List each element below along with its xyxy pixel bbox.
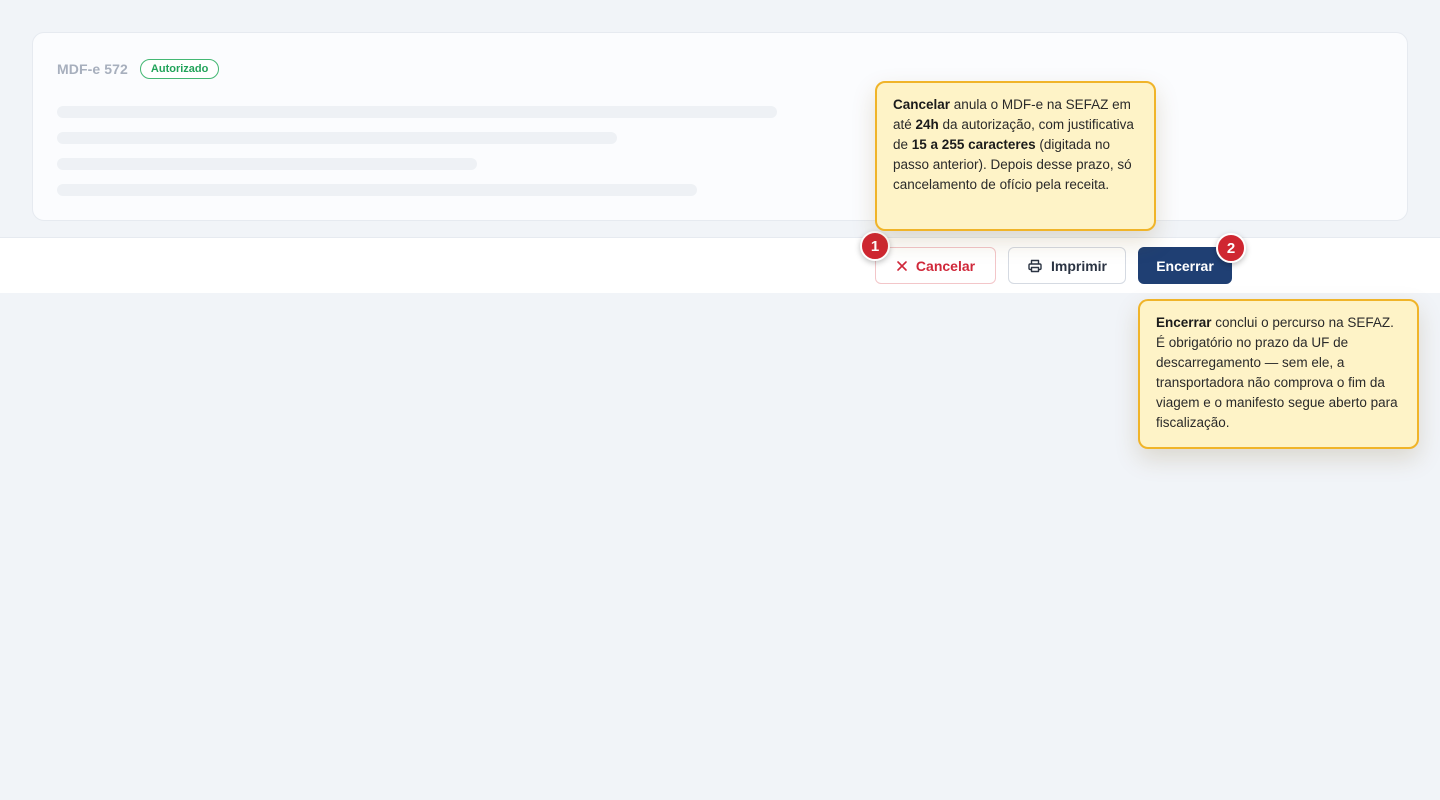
- skeleton-line: [57, 158, 477, 170]
- document-card: MDF-e 572 Autorizado: [32, 32, 1408, 221]
- tooltip-cancel-deadline: 24h: [915, 117, 939, 132]
- x-icon: [896, 260, 908, 272]
- print-button-label: Imprimir: [1050, 257, 1107, 274]
- skeleton-line: [57, 184, 697, 196]
- printer-icon: [1027, 258, 1043, 274]
- status-badge: Autorizado: [139, 59, 220, 79]
- document-title: MDF-e 572: [57, 61, 128, 77]
- tooltip-close-text: conclui o percurso na SEFAZ. É obrigatór…: [1156, 315, 1398, 430]
- step-marker-2: 2: [1216, 233, 1246, 263]
- skeleton-line: [57, 132, 617, 144]
- cancel-button-label: Cancelar: [915, 257, 976, 274]
- step-marker-1: 1: [860, 231, 890, 261]
- close-manifest-button-label: Encerrar: [1156, 257, 1214, 274]
- card-header: MDF-e 572 Autorizado: [57, 59, 220, 79]
- close-manifest-tooltip: Encerrar conclui o percurso na SEFAZ. É …: [1138, 299, 1419, 449]
- cancel-tooltip: Cancelar anula o MDF-e na SEFAZ em até 2…: [875, 81, 1156, 231]
- tooltip-cancel-term: Cancelar: [893, 97, 951, 112]
- tooltip-close-term: Encerrar: [1156, 315, 1212, 330]
- cancel-button[interactable]: Cancelar: [875, 247, 996, 284]
- skeleton-line: [57, 106, 777, 118]
- print-button[interactable]: Imprimir: [1008, 247, 1126, 284]
- tooltip-cancel-length: 15 a 255 caracteres: [911, 137, 1036, 152]
